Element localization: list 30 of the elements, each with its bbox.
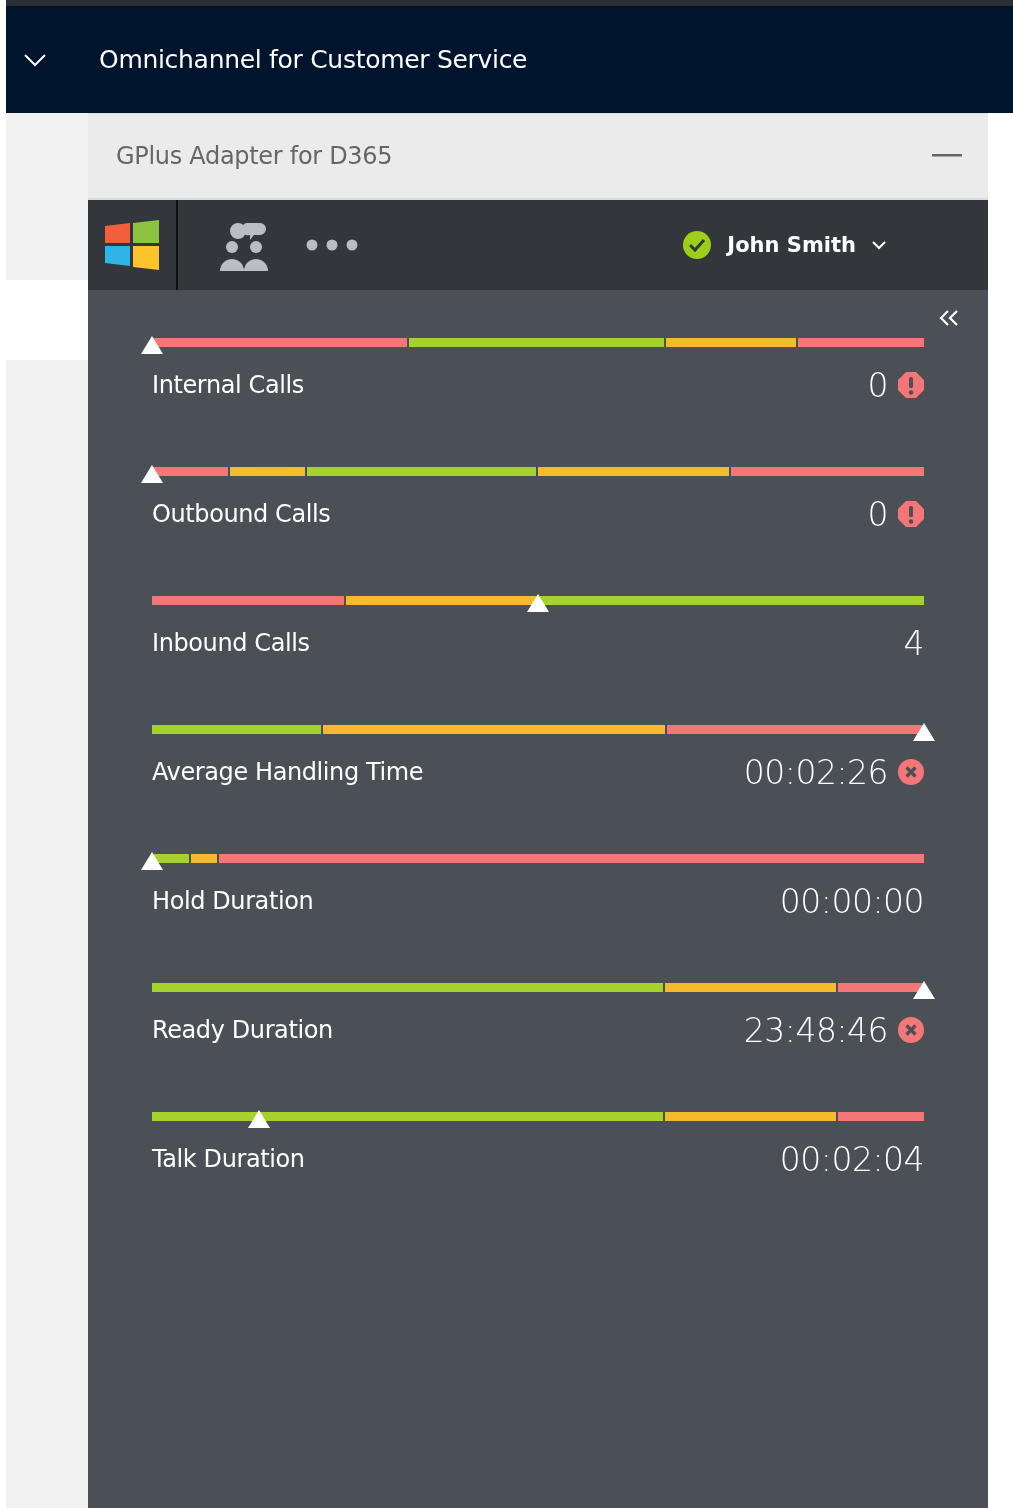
marker-triangle-icon (140, 335, 164, 355)
metric-value: 00:02:04 (779, 1139, 924, 1179)
metric-label: Ready Duration (152, 1016, 333, 1044)
panel-title: GPlus Adapter for D365 (116, 142, 393, 170)
metric-value: 0 (867, 494, 888, 534)
metric-label: Hold Duration (152, 887, 314, 915)
metric-label: Internal Calls (152, 371, 304, 399)
metric-label: Average Handling Time (152, 758, 424, 786)
agent-menu[interactable]: John Smith (683, 231, 886, 259)
marker-triangle-icon (526, 593, 550, 613)
marker-triangle-icon (912, 722, 936, 742)
chevron-down-icon (872, 240, 886, 250)
metric-value: 4 (903, 623, 924, 663)
marker-triangle-icon (246, 1109, 271, 1129)
collapse-icon[interactable] (938, 310, 960, 326)
marker-triangle-icon (912, 980, 936, 1000)
metric-value: 23:48:46 (743, 1010, 888, 1050)
metric-value: 0 (867, 365, 888, 405)
marker-triangle-icon (140, 464, 164, 484)
app-title: Omnichannel for Customer Service (99, 45, 528, 74)
metric-value: 00:00:00 (779, 881, 924, 921)
metric-label: Talk Duration (152, 1145, 305, 1173)
metric-label: Inbound Calls (152, 629, 310, 657)
windows-logo-icon[interactable] (105, 220, 159, 270)
marker-triangle-icon (140, 851, 164, 871)
metric-value: 00:02:26 (743, 752, 888, 792)
metric-label: Outbound Calls (152, 500, 331, 528)
more-icon[interactable] (306, 239, 358, 251)
chevron-down-icon[interactable] (23, 52, 47, 67)
minimize-icon[interactable] (932, 154, 962, 158)
